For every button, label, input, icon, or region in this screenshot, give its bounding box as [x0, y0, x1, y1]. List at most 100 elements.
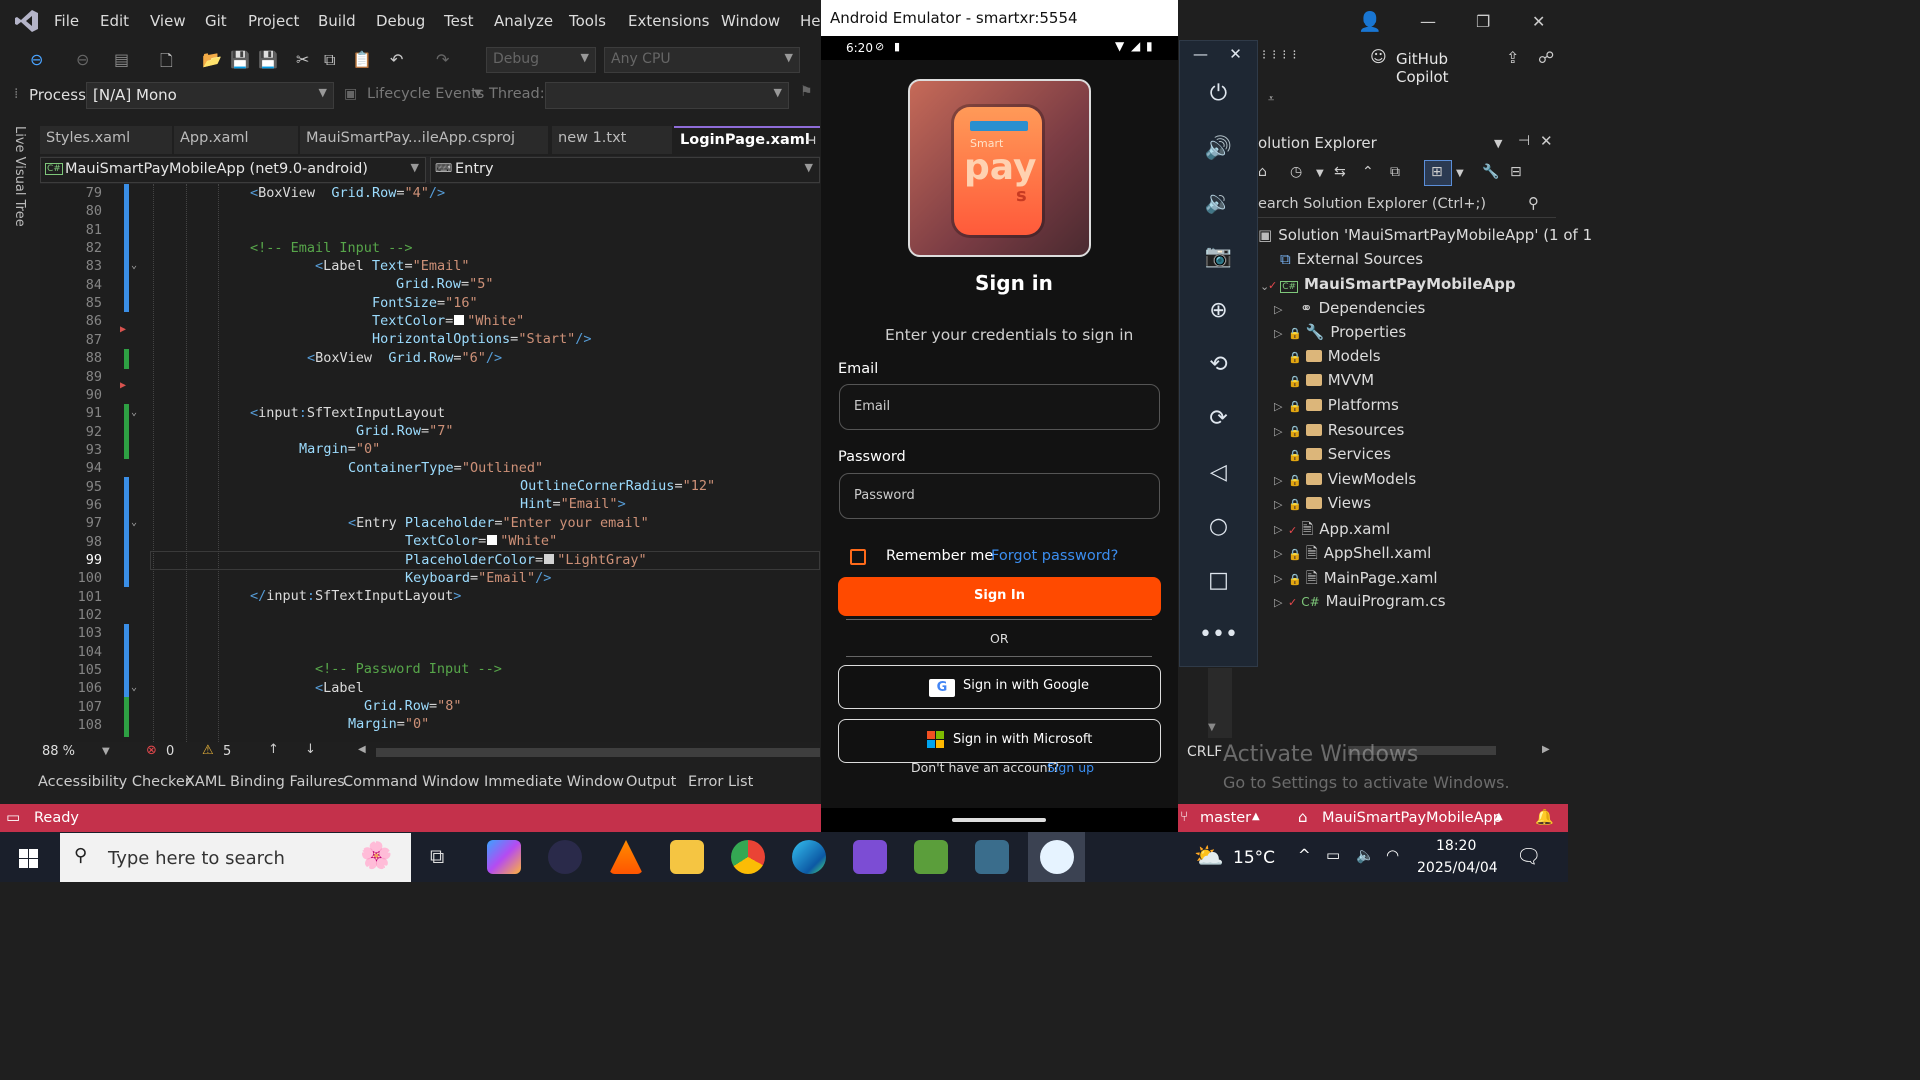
tree-viewmodels[interactable]: 🔒 ViewModels [1288, 470, 1416, 488]
tree-app-xaml[interactable]: ✓ 🗎 App.xaml [1288, 519, 1390, 544]
horizontal-scrollbar[interactable] [376, 748, 820, 757]
toolbar-options-icon[interactable]: ⩡ [1268, 92, 1274, 106]
flag-icon[interactable]: ⚑ [800, 84, 813, 100]
tree-mvvm[interactable]: 🔒 MVVM [1288, 371, 1374, 389]
tab-command-window[interactable]: Command Window [343, 774, 479, 790]
clock-date[interactable]: 2025/04/04 [1417, 860, 1498, 876]
lifecycle-events[interactable]: Lifecycle Events [367, 86, 484, 102]
tree-services[interactable]: 🔒 Services [1288, 445, 1391, 463]
tab-accessibility-checker[interactable]: Accessibility Checker [38, 774, 191, 790]
close-icon[interactable]: ✕ [1532, 12, 1545, 31]
tree-appshell-xaml[interactable]: 🔒 🗎 AppShell.xaml [1288, 543, 1431, 568]
chevron-right-icon[interactable]: ▷ [1274, 327, 1282, 340]
share-icon[interactable]: ⇪ [1506, 48, 1519, 67]
volume-down-icon[interactable]: 🔉 [1180, 190, 1257, 215]
eclipse-icon[interactable] [548, 840, 582, 874]
pin-icon[interactable]: ⊣ [806, 134, 816, 147]
google-signin-button[interactable]: G Sign in with Google [838, 665, 1161, 709]
breakpoint-marker-icon[interactable]: ▶ [120, 380, 126, 391]
cut-icon[interactable]: ✂ [296, 50, 309, 69]
minimize-icon[interactable]: — [1420, 12, 1436, 31]
home-icon[interactable]: ⌂ [1258, 164, 1267, 180]
solution-configs-icon[interactable]: ▤ [114, 50, 129, 69]
scroll-right-icon[interactable]: ▶ [1542, 744, 1550, 755]
notepad-plus-icon[interactable] [914, 840, 948, 874]
menu-tools[interactable]: Tools [569, 12, 606, 30]
vlc-icon[interactable] [609, 840, 643, 874]
tab-loginpage[interactable]: LoginPage.xaml ⊣ [674, 126, 820, 154]
weather-icon[interactable]: ⛅ [1194, 842, 1224, 870]
wifi-icon[interactable]: ◠ [1386, 846, 1399, 864]
forward-icon[interactable]: ⊖ [76, 50, 89, 69]
chevron-down-icon[interactable]: ▼ [1316, 168, 1324, 179]
home-icon[interactable]: ○ [1180, 514, 1257, 539]
menu-extensions[interactable]: Extensions [628, 12, 709, 30]
chevron-down-icon[interactable]: ▼ [102, 746, 110, 757]
tree-models[interactable]: 🔒 Models [1288, 347, 1381, 365]
save-all-icon[interactable]: 💾 [258, 50, 278, 69]
chevron-down-icon[interactable]: ▼ [1494, 137, 1502, 150]
menu-file[interactable]: File [54, 12, 79, 30]
back-icon[interactable]: ◁ [1180, 460, 1257, 485]
solution-search-box[interactable]: earch Solution Explorer (Ctrl+;) ⚲ [1258, 192, 1556, 218]
history-icon[interactable]: ◷ [1290, 164, 1302, 180]
microsoft-signin-button[interactable]: Sign in with Microsoft [838, 719, 1161, 763]
copilot-button[interactable]: GitHub Copilot [1396, 50, 1449, 86]
config-dropdown[interactable]: Debug ▼ [486, 47, 596, 73]
paste-icon[interactable]: 📋 [352, 50, 372, 69]
undo-icon[interactable]: ↶ [390, 50, 403, 69]
more-icon[interactable]: ••• [1180, 622, 1257, 647]
tree-platforms[interactable]: 🔒 Platforms [1288, 396, 1399, 414]
file-explorer-icon[interactable] [670, 840, 704, 874]
project-dropdown[interactable]: C# MauiSmartPayMobileApp (net9.0-android)… [40, 157, 426, 183]
menu-window[interactable]: Window [721, 12, 780, 30]
menu-test[interactable]: Test [444, 12, 474, 30]
overview-icon[interactable]: □ [1180, 568, 1257, 593]
member-dropdown[interactable]: ⌨ Entry ▼ [430, 157, 820, 183]
copilot-app-icon[interactable] [487, 840, 521, 874]
copy-icon[interactable]: ⧉ [324, 50, 335, 70]
collapse-all-icon[interactable]: ⌃ [1362, 164, 1374, 180]
password-field[interactable]: Password [839, 473, 1160, 519]
properties-icon[interactable]: 🔧 [1482, 164, 1499, 180]
pending-changes-icon[interactable]: ⊟ [1510, 164, 1522, 180]
scroll-down-icon[interactable]: ▼ [1208, 722, 1216, 733]
chevron-up-icon[interactable]: ▲ [1252, 811, 1260, 822]
save-icon[interactable]: 💾 [230, 50, 250, 69]
live-visual-tree-tab[interactable]: Live Visual Tree [12, 126, 27, 227]
tree-resources[interactable]: 🔒 Resources [1288, 421, 1404, 439]
tree-views[interactable]: 🔒 Views [1288, 494, 1371, 512]
error-count[interactable]: 0 [166, 744, 174, 759]
task-view-icon[interactable]: ⧉ [430, 844, 444, 868]
edge-icon[interactable] [792, 840, 826, 874]
previous-issue-icon[interactable]: ↑ [268, 742, 279, 757]
menu-project[interactable]: Project [248, 12, 299, 30]
copilot-icon[interactable]: ☺ [1370, 47, 1387, 66]
fold-toggle-icon[interactable]: ⌄ [131, 682, 137, 693]
process-dropdown[interactable]: [N/A] Mono ▼ [86, 82, 334, 109]
chrome-icon[interactable] [731, 840, 765, 874]
signup-link[interactable]: Sign up [1047, 760, 1094, 775]
rotate-left-icon[interactable]: ⟲ [1180, 352, 1257, 377]
chevron-up-icon[interactable]: ^ [1298, 846, 1311, 864]
chevron-right-icon[interactable]: ▷ [1274, 498, 1282, 511]
volume-up-icon[interactable]: 🔊 [1180, 136, 1257, 161]
code-editor[interactable]: 79 80 81 82 83 84 85 86 87 88 89 90 91 92 93 94 95 96 97 98… [40, 184, 820, 742]
remember-me-checkbox[interactable] [850, 549, 866, 565]
tree-properties[interactable]: 🔒 🔧 Properties [1288, 323, 1406, 341]
feedback-icon[interactable]: ☍ [1538, 48, 1554, 67]
git-repo[interactable]: MauiSmartPayMobileApp [1322, 810, 1502, 826]
show-all-files-icon[interactable]: ⧉ [1390, 164, 1400, 180]
tab-styles[interactable]: Styles.xaml [40, 126, 172, 154]
fold-toggle-icon[interactable]: ⌄ [131, 407, 137, 418]
chevron-right-icon[interactable]: ▷ [1274, 425, 1282, 438]
zoom-icon[interactable]: ⊕ [1180, 298, 1257, 323]
chevron-right-icon[interactable]: ▷ [1274, 303, 1282, 316]
taskbar-search-box[interactable]: ⚲ Type here to search 🌸 [60, 833, 411, 882]
menu-build[interactable]: Build [318, 12, 356, 30]
chevron-right-icon[interactable]: ▷ [1274, 572, 1282, 585]
forgot-password-link[interactable]: Forgot password? [991, 548, 1118, 564]
clock-time[interactable]: 18:20 [1436, 838, 1476, 854]
account-icon[interactable]: 👤 [1358, 10, 1382, 33]
chevron-up-icon[interactable]: ▲ [1495, 811, 1503, 822]
